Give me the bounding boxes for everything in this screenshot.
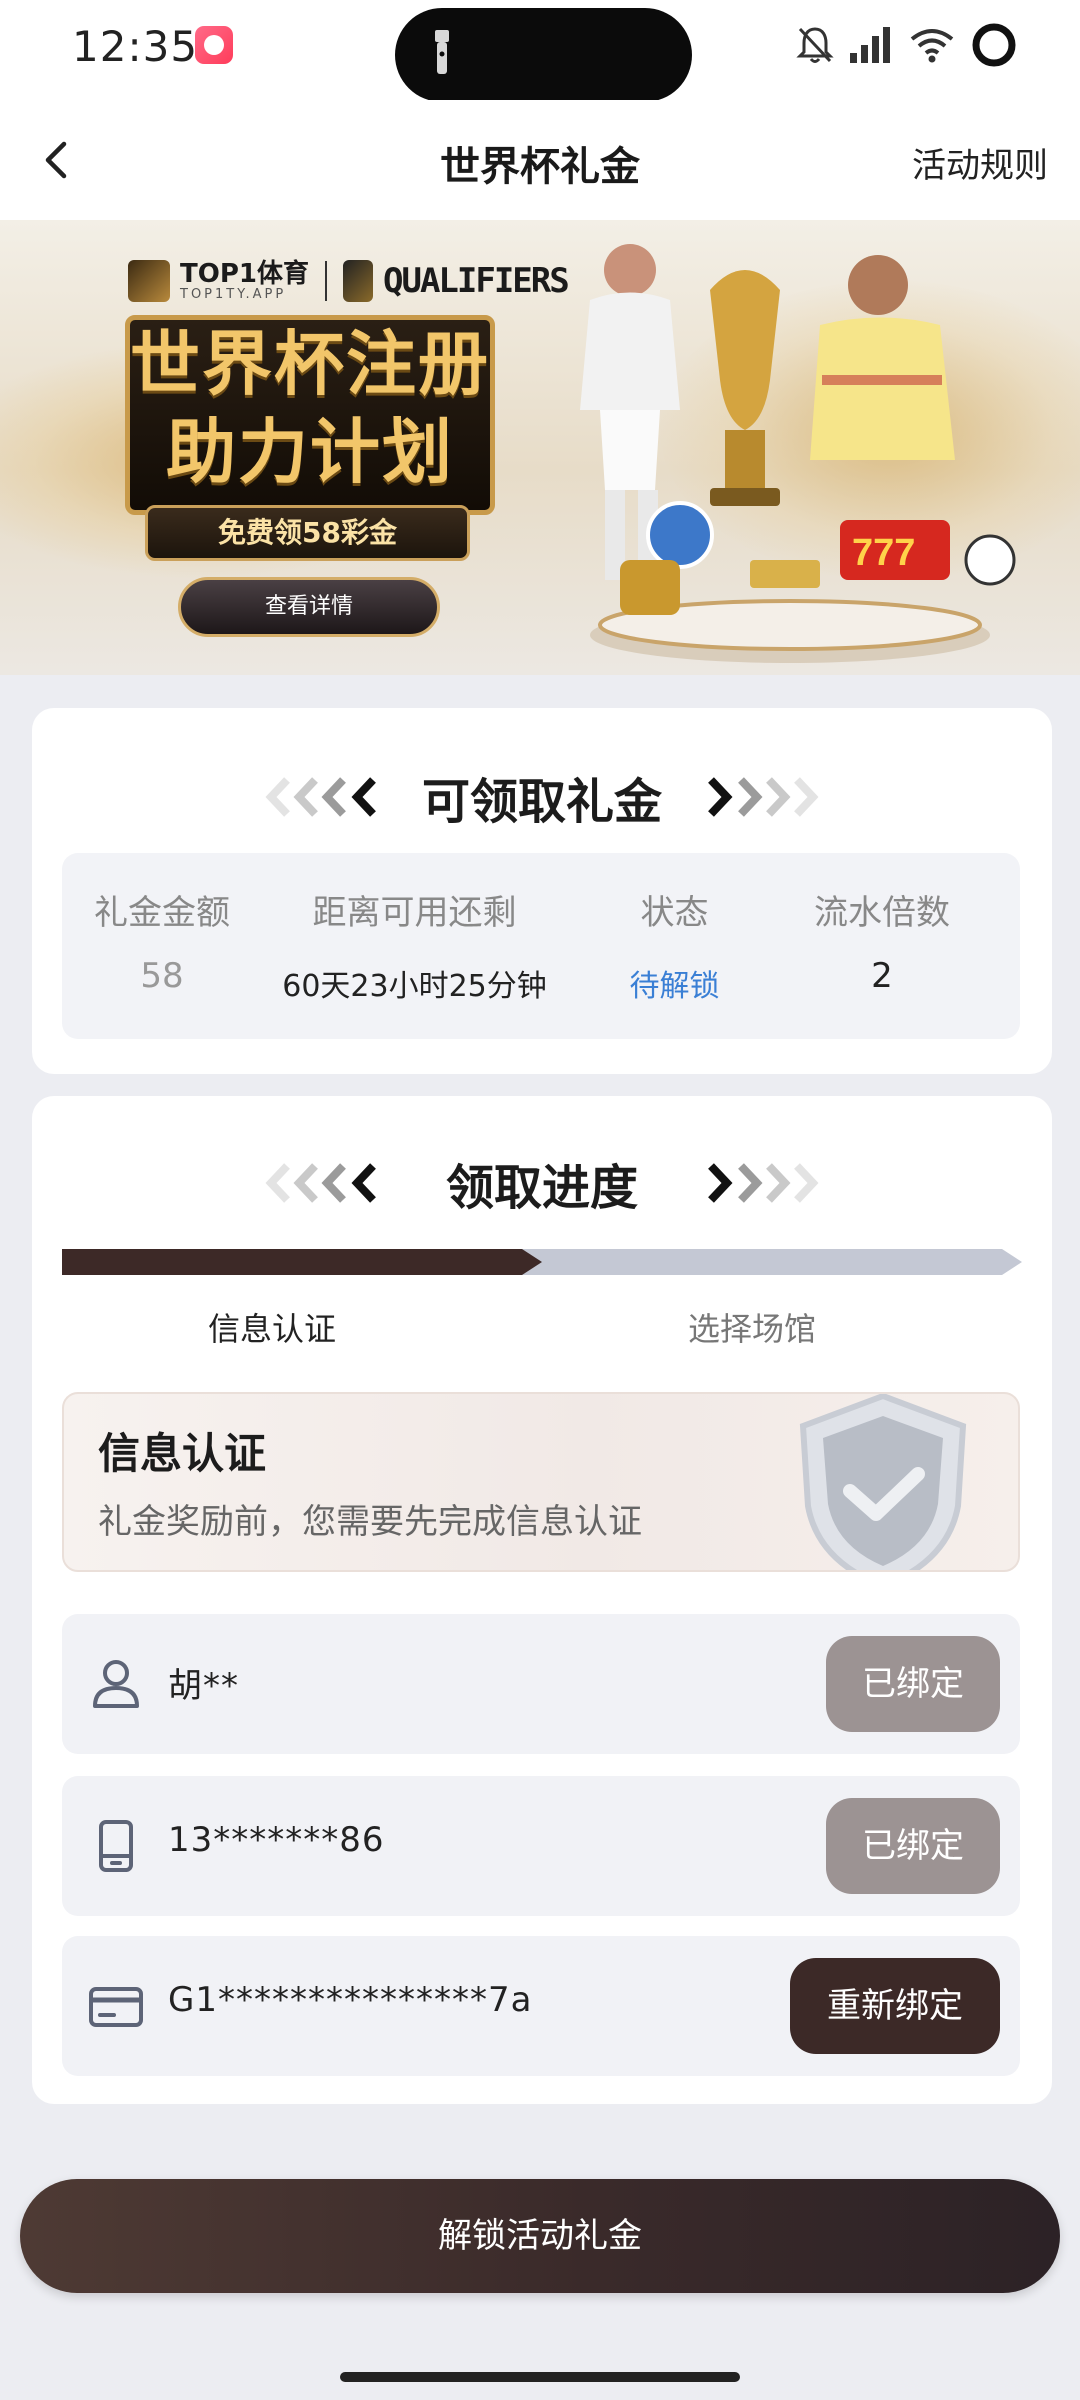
silent-bell-icon (796, 27, 834, 63)
progress-fill (62, 1249, 542, 1275)
chevrons-right-decoration (708, 777, 819, 817)
phone-icon (99, 1820, 133, 1872)
brand-url: TOP1TY.APP (180, 286, 287, 302)
divider (325, 261, 327, 301)
step-choose-venue[interactable]: 选择场馆 (612, 1304, 892, 1350)
clock: 12:35 (72, 22, 199, 71)
fifa-logo-icon (343, 260, 373, 302)
bound-name-value: 胡** (168, 1666, 239, 1706)
nav-header: 世界杯礼金 活动规则 (0, 100, 1080, 220)
verify-description: 礼金奖励前，您需要先完成信息认证 (98, 1502, 642, 1542)
remaining-time-value: 60天23小时25分钟 (282, 969, 547, 1004)
name-binding-row: 胡** 已绑定 (62, 1614, 1020, 1754)
bound-phone-value: 13*******86 (168, 1820, 385, 1860)
signal-icon (850, 27, 890, 63)
status-value: 待解锁 (629, 969, 720, 1004)
step-info-verification[interactable]: 信息认证 (132, 1304, 412, 1350)
shield-check-icon (799, 1394, 967, 1570)
progress-card: 领取进度 信息认证 选择场馆 信息认证 礼金奖励前，您需要先完成信息认证 胡**… (32, 1096, 1052, 2104)
world-cup-players-illustration: 777 (580, 244, 1016, 663)
flashlight-icon (435, 30, 449, 74)
brand-name: TOP1体育 (180, 258, 309, 289)
view-details-button[interactable]: 查看详情 (178, 577, 440, 637)
user-icon (93, 1660, 139, 1708)
rebind-button[interactable]: 重新绑定 (790, 1958, 1000, 2054)
home-indicator[interactable] (340, 2372, 740, 2382)
gift-info-table: 礼金金额 距离可用还剩 状态 流水倍数 58 60天23小时25分钟 待解锁 2 (62, 853, 1020, 1039)
phone-bound-button[interactable]: 已绑定 (826, 1798, 1000, 1894)
verify-title: 信息认证 (98, 1429, 267, 1478)
brand-row: TOP1体育 TOP1TY.APP QUALIFIERS (128, 258, 570, 302)
dynamic-island (395, 8, 692, 102)
qualifiers-text: QUALIFIERS (383, 261, 570, 301)
free-bonus-pill: 免费领58彩金 (145, 505, 470, 561)
chevrons-right-decoration (708, 1163, 819, 1203)
wifi-icon (910, 29, 954, 63)
svg-text:777: 777 (852, 532, 915, 574)
brand-logo-icon (128, 260, 170, 302)
gift-card: 可领取礼金 礼金金额 距离可用还剩 状态 流水倍数 58 60天23小时25分钟… (32, 708, 1052, 1074)
card-binding-row: G1***************7a 重新绑定 (62, 1936, 1020, 2076)
headline-line2: 助力计划 (166, 411, 454, 493)
phone-binding-row: 13*******86 已绑定 (62, 1776, 1020, 1916)
gift-amount-value: 58 (140, 956, 184, 996)
rules-link[interactable]: 活动规则 (912, 138, 1048, 187)
headline-box: 世界杯注册 助力计划 (125, 315, 495, 515)
status-bar: 12:35 (0, 0, 1080, 102)
app-notification-icon (195, 26, 233, 64)
card-icon (89, 1987, 143, 2027)
unlock-gift-button[interactable]: 解锁活动礼金 (20, 2179, 1060, 2293)
gift-section-title: 可领取礼金 (421, 774, 662, 830)
verification-info-card: 信息认证 礼金奖励前，您需要先完成信息认证 (62, 1392, 1020, 1572)
col-header-multiplier: 流水倍数 (814, 893, 950, 933)
progress-bar (62, 1249, 1022, 1275)
battery-ring-icon (972, 23, 1016, 67)
col-header-amount: 礼金金额 (94, 893, 230, 933)
promo-banner[interactable]: TOP1体育 TOP1TY.APP QUALIFIERS 世界杯注册 助力计划 … (0, 220, 1080, 675)
headline-line1: 世界杯注册 (130, 323, 490, 405)
name-bound-button[interactable]: 已绑定 (826, 1636, 1000, 1732)
progress-section-title: 领取进度 (445, 1160, 638, 1216)
col-header-status: 状态 (640, 893, 709, 933)
bound-card-value: G1***************7a (168, 1980, 533, 2020)
multiplier-value: 2 (871, 956, 893, 996)
col-header-remaining: 距离可用还剩 (312, 893, 517, 933)
